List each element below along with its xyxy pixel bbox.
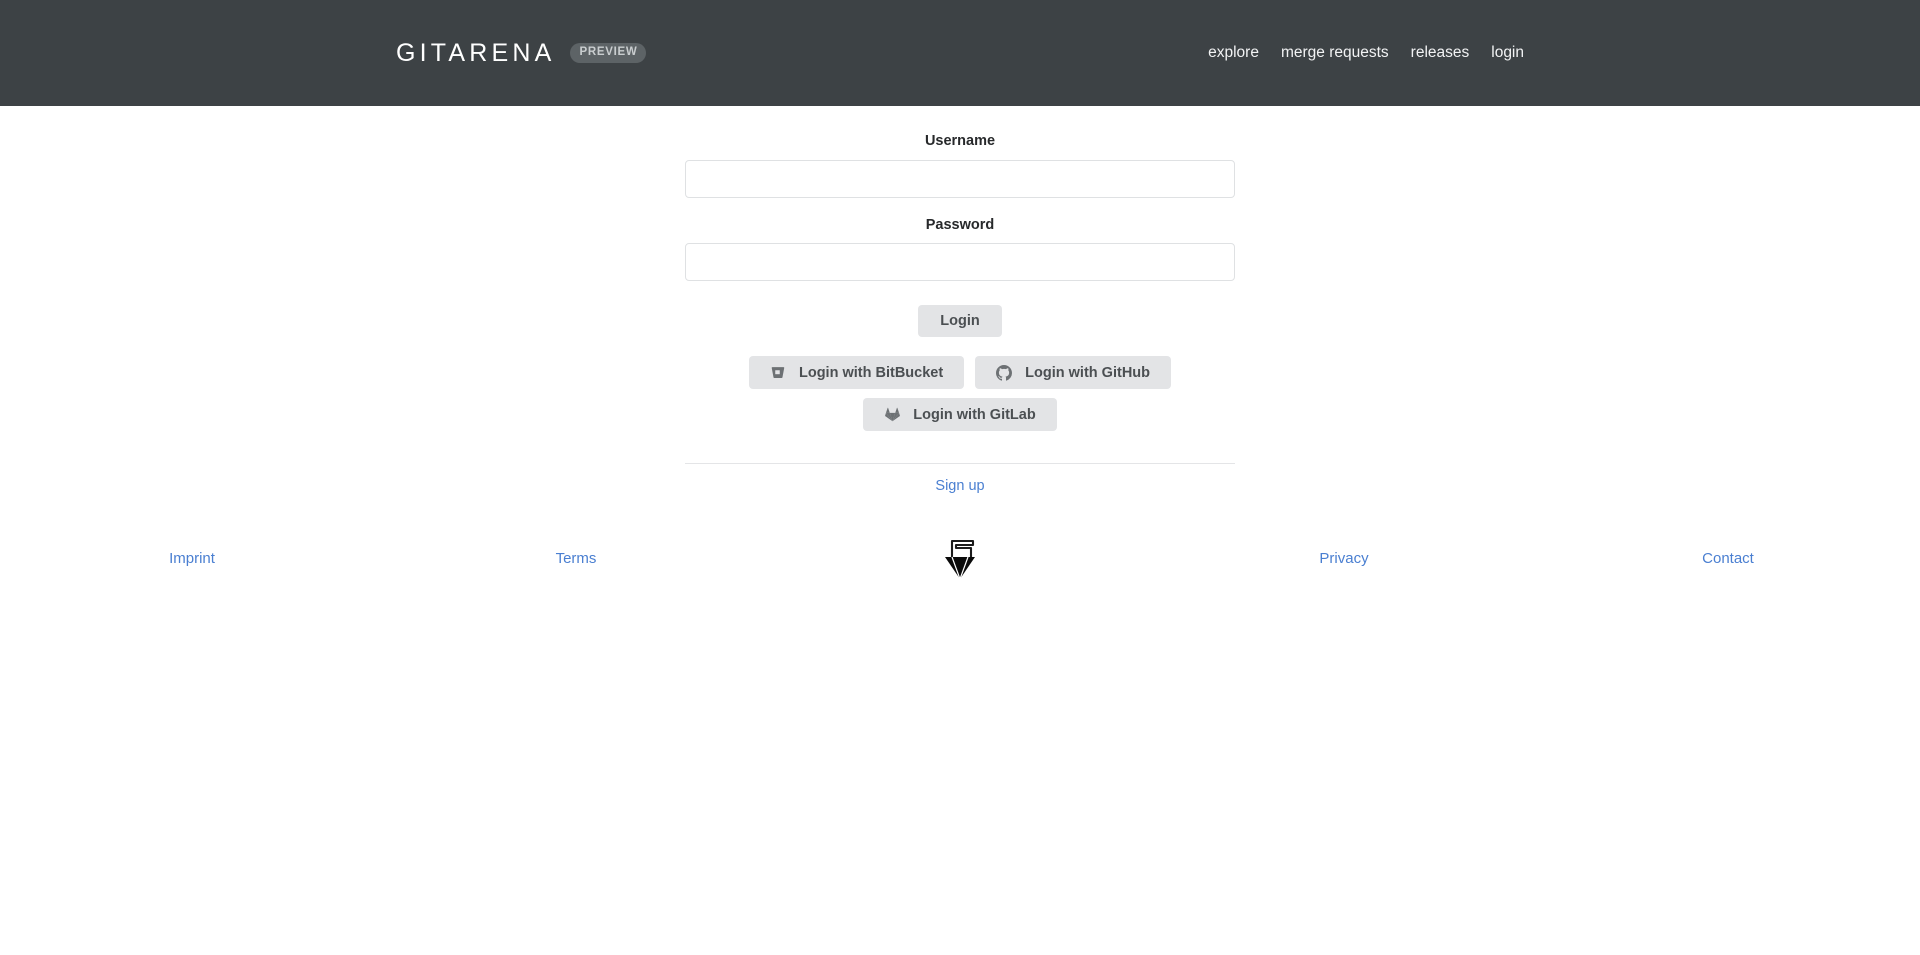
footer-cell-logo — [768, 537, 1152, 581]
nav-link-releases[interactable]: releases — [1411, 44, 1470, 62]
username-input[interactable] — [685, 159, 1235, 198]
password-label: Password — [925, 216, 995, 233]
oauth-row-primary: Login with BitBucket Login with GitHub — [685, 356, 1235, 389]
footer-cell-imprint: Imprint — [0, 551, 384, 566]
login-button[interactable]: Login — [918, 305, 1002, 337]
page-body: Username Password Login Login with BitBu… — [0, 106, 1920, 581]
password-input[interactable] — [685, 243, 1235, 281]
form-divider — [685, 463, 1235, 464]
top-navbar: GITARENA PREVIEW explore merge requests … — [0, 0, 1920, 106]
nav-link-login[interactable]: login — [1491, 44, 1524, 62]
footer-link-imprint[interactable]: Imprint — [169, 551, 215, 566]
login-with-gitlab-button[interactable]: Login with GitLab — [863, 398, 1057, 431]
oauth-row-secondary: Login with GitLab — [685, 398, 1235, 431]
login-form: Username Password Login Login with BitBu… — [685, 134, 1235, 494]
footer-link-privacy[interactable]: Privacy — [1319, 551, 1368, 566]
login-with-bitbucket-button[interactable]: Login with BitBucket — [748, 356, 965, 389]
footer-link-contact[interactable]: Contact — [1702, 551, 1754, 566]
footer-cell-privacy: Privacy — [1152, 551, 1536, 566]
bitbucket-icon — [770, 365, 786, 381]
gitlab-icon — [884, 407, 900, 423]
login-with-bitbucket-label: Login with BitBucket — [798, 364, 944, 381]
nav-links: explore merge requests releases login — [1208, 44, 1524, 62]
login-with-github-button[interactable]: Login with GitHub — [975, 356, 1172, 389]
brand-name: GITARENA — [396, 38, 556, 67]
login-with-gitlab-label: Login with GitLab — [913, 406, 1036, 423]
gitarena-diamond-logo-icon — [939, 537, 981, 581]
github-icon — [996, 364, 1013, 381]
sign-up-link[interactable]: Sign up — [935, 479, 984, 494]
username-label: Username — [924, 133, 996, 149]
nav-link-merge-requests[interactable]: merge requests — [1281, 44, 1389, 62]
footer: Imprint Terms Privacy Contact — [0, 537, 1920, 581]
footer-cell-terms: Terms — [384, 551, 768, 566]
footer-cell-contact: Contact — [1536, 551, 1920, 566]
footer-link-terms[interactable]: Terms — [556, 551, 597, 566]
brand[interactable]: GITARENA PREVIEW — [396, 38, 647, 67]
preview-badge: PREVIEW — [569, 43, 647, 63]
nav-link-explore[interactable]: explore — [1208, 44, 1259, 62]
login-with-github-label: Login with GitHub — [1025, 364, 1151, 381]
